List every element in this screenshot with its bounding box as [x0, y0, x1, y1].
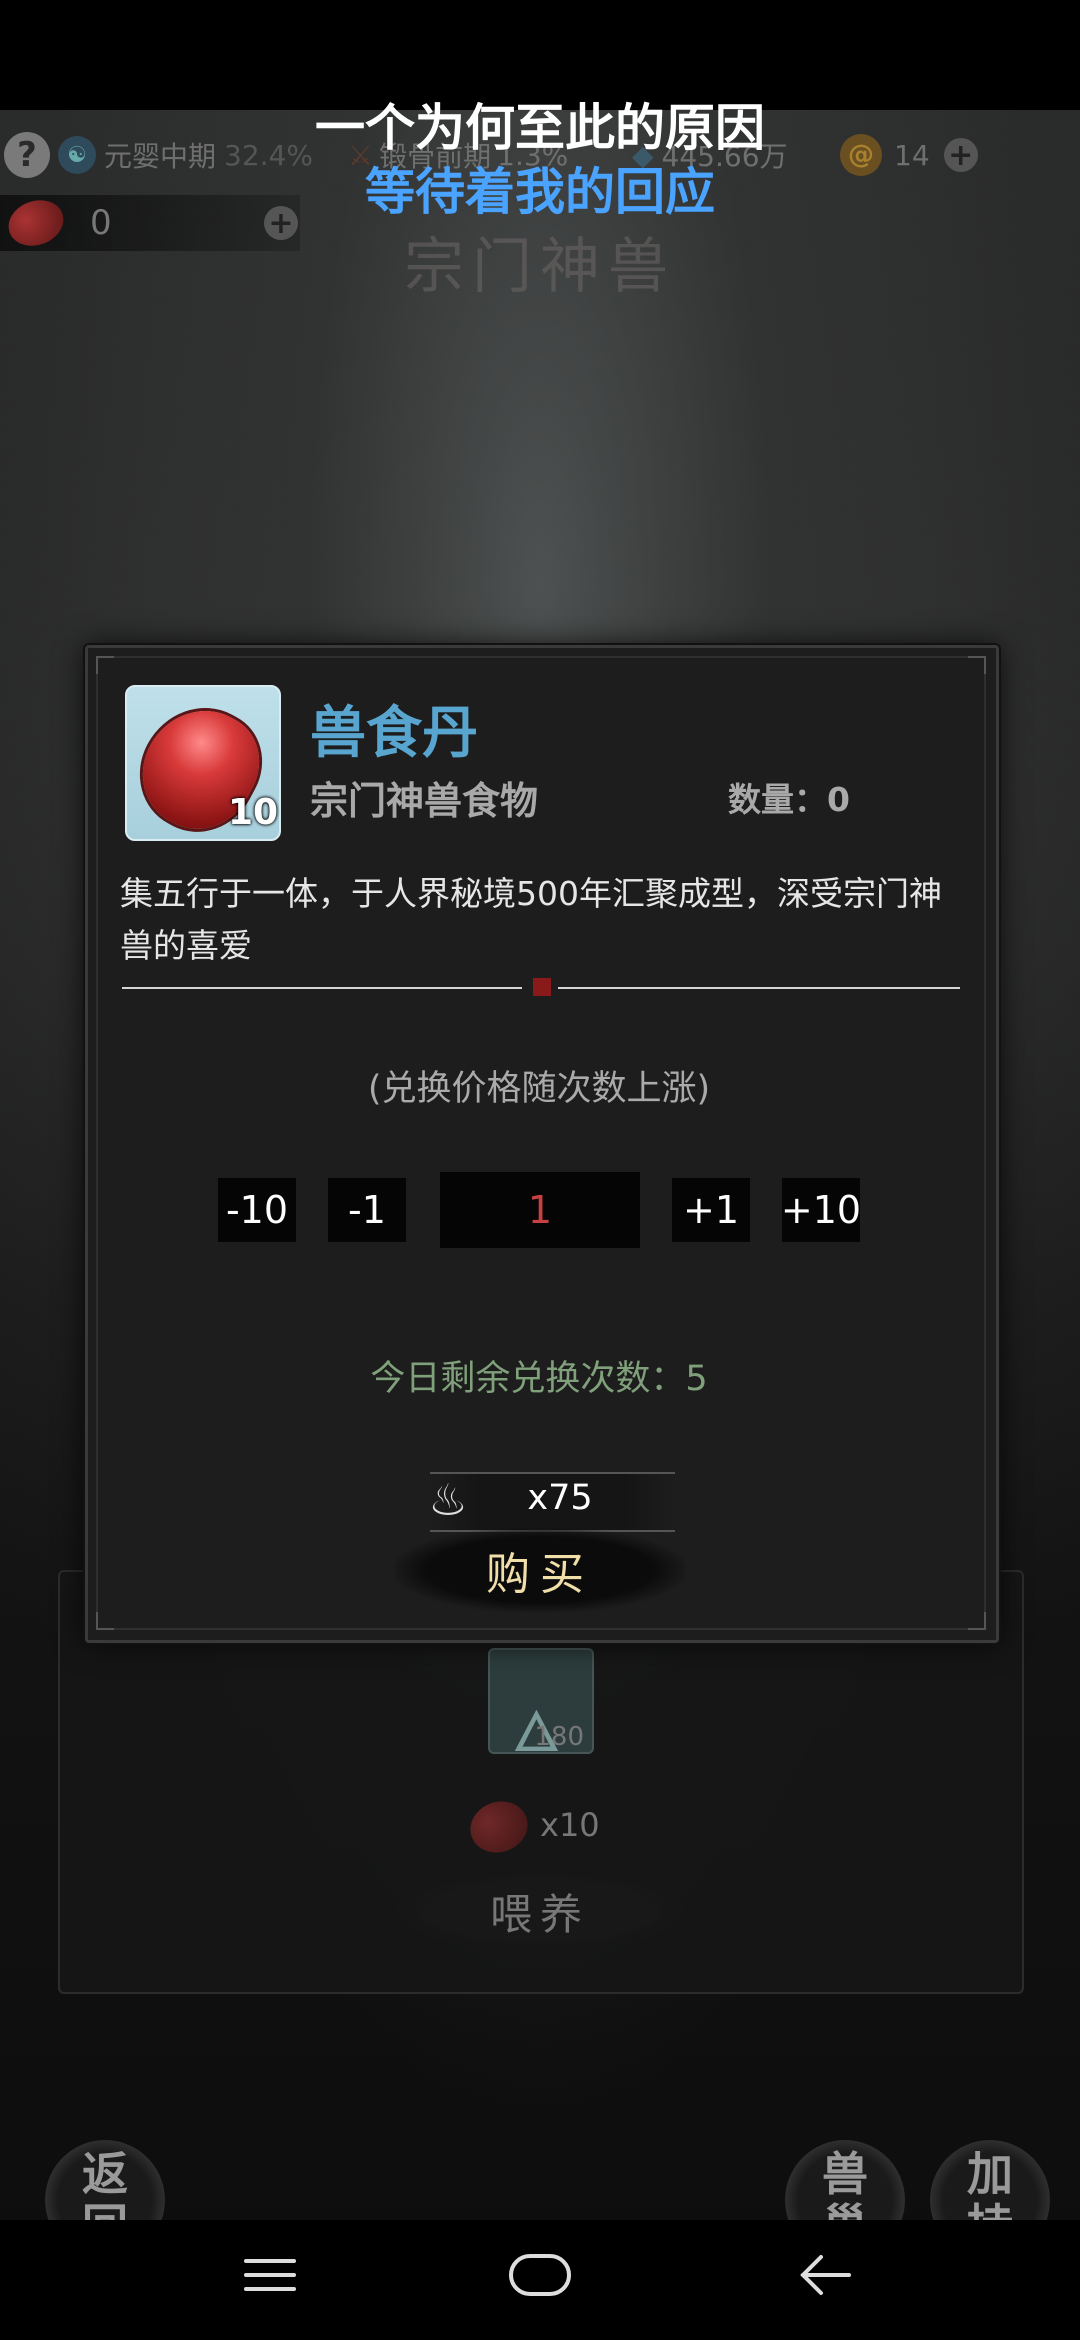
menu-icon[interactable] [240, 2245, 300, 2305]
feed-button[interactable]: 喂养 [395, 1872, 685, 1950]
divider-ornament [533, 978, 551, 996]
frame-corner [96, 1612, 114, 1630]
section-title: 宗门神兽 [404, 232, 676, 302]
divider [558, 987, 960, 989]
back-arrow-icon[interactable] [795, 2245, 855, 2305]
minus-1-button[interactable]: -1 [328, 1178, 406, 1242]
buy-button[interactable]: 购买 [395, 1528, 685, 1612]
quantity-input[interactable]: 1 [440, 1172, 640, 1248]
frame-corner [968, 656, 986, 674]
home-icon[interactable] [508, 2245, 572, 2305]
plus-1-button[interactable]: +1 [672, 1178, 750, 1242]
item-type: 宗门神兽食物 [310, 779, 539, 823]
item-icon-count: 10 [228, 792, 279, 833]
lyric-line-2: 等待着我的回应 [365, 163, 715, 221]
spirit-flame-icon: ♨ [428, 1474, 468, 1526]
plus-10-button[interactable]: +10 [781, 1178, 861, 1242]
item-name: 兽食丹 [310, 701, 478, 766]
feed-cost: x10 [540, 1806, 600, 1844]
divider [122, 987, 522, 989]
feed-item-count: 180 [534, 1722, 584, 1752]
price-note: (兑换价格随次数上涨) [367, 1069, 711, 1109]
minus-10-button[interactable]: -10 [218, 1178, 296, 1242]
exchange-cost: x75 [527, 1478, 593, 1518]
frame-corner [96, 656, 114, 674]
item-description: 集五行于一体，于人界秘境500年汇聚成型，深受宗门神兽的喜爱 [120, 874, 942, 965]
remaining-exchanges: 今日剩余兑换次数：5 [370, 1359, 708, 1399]
item-quantity: 数量：0 [728, 780, 850, 819]
lyric-line-1: 一个为何至此的原因 [315, 99, 765, 157]
frame-corner [968, 1612, 986, 1630]
